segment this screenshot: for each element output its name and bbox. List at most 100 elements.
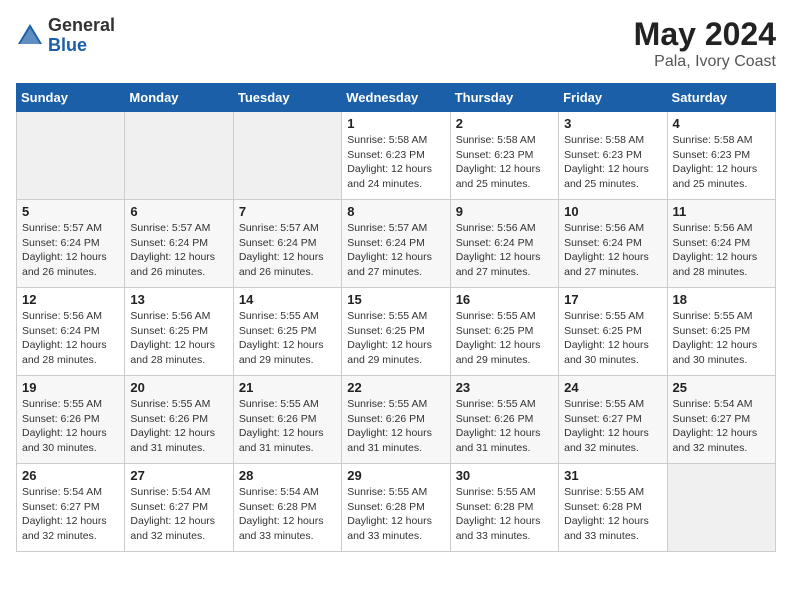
header-cell-monday: Monday — [125, 84, 233, 112]
calendar-title: May 2024 — [634, 16, 776, 53]
day-info: Sunrise: 5:58 AM Sunset: 6:23 PM Dayligh… — [564, 133, 661, 192]
calendar-cell: 7 Sunrise: 5:57 AM Sunset: 6:24 PM Daylig… — [233, 200, 341, 288]
day-number: 27 — [130, 468, 227, 483]
title-block: May 2024 Pala, Ivory Coast — [634, 16, 776, 71]
day-info: Sunrise: 5:55 AM Sunset: 6:26 PM Dayligh… — [239, 397, 336, 456]
calendar-cell: 17Sunrise: 5:55 AM Sunset: 6:25 PM Dayli… — [559, 288, 667, 376]
day-number: 14 — [239, 292, 336, 307]
day-number: 3 — [564, 116, 661, 131]
day-info: Sunrise: 5:55 AM Sunset: 6:25 PM Dayligh… — [239, 309, 336, 368]
day-number: 9 — [456, 204, 553, 219]
calendar-cell: 18Sunrise: 5:55 AM Sunset: 6:25 PM Dayli… — [667, 288, 775, 376]
day-info: Sunrise: 5:55 AM Sunset: 6:28 PM Dayligh… — [456, 485, 553, 544]
day-number: 11 — [673, 204, 770, 219]
day-info: Sunrise: 5:56 AM Sunset: 6:25 PM Dayligh… — [130, 309, 227, 368]
day-number: 24 — [564, 380, 661, 395]
day-info: Sunrise: 5:55 AM Sunset: 6:28 PM Dayligh… — [347, 485, 444, 544]
day-number: 5 — [22, 204, 119, 219]
day-number: 21 — [239, 380, 336, 395]
calendar-cell: 4 Sunrise: 5:58 AM Sunset: 6:23 PM Daylig… — [667, 112, 775, 200]
calendar-table: SundayMondayTuesdayWednesdayThursdayFrid… — [16, 83, 776, 552]
calendar-location: Pala, Ivory Coast — [634, 53, 776, 71]
week-row-2: 5 Sunrise: 5:57 AM Sunset: 6:24 PM Daylig… — [17, 200, 776, 288]
header-cell-saturday: Saturday — [667, 84, 775, 112]
header-row: SundayMondayTuesdayWednesdayThursdayFrid… — [17, 84, 776, 112]
week-row-4: 19 Sunrise: 5:55 AM Sunset: 6:26 PM Dayli… — [17, 376, 776, 464]
calendar-cell: 27 Sunrise: 5:54 AM Sunset: 6:27 PM Dayli… — [125, 464, 233, 552]
calendar-cell: 2 Sunrise: 5:58 AM Sunset: 6:23 PM Daylig… — [450, 112, 558, 200]
logo-general: General — [48, 15, 115, 35]
calendar-cell — [667, 464, 775, 552]
day-info: Sunrise: 5:54 AM Sunset: 6:27 PM Dayligh… — [673, 397, 770, 456]
calendar-cell: 6Sunrise: 5:57 AM Sunset: 6:24 PM Daylig… — [125, 200, 233, 288]
calendar-body: 1 Sunrise: 5:58 AM Sunset: 6:23 PM Daylig… — [17, 112, 776, 552]
day-number: 15 — [347, 292, 444, 307]
calendar-cell: 16 Sunrise: 5:55 AM Sunset: 6:25 PM Dayli… — [450, 288, 558, 376]
calendar-cell: 28Sunrise: 5:54 AM Sunset: 6:28 PM Dayli… — [233, 464, 341, 552]
day-info: Sunrise: 5:55 AM Sunset: 6:25 PM Dayligh… — [673, 309, 770, 368]
day-info: Sunrise: 5:57 AM Sunset: 6:24 PM Dayligh… — [130, 221, 227, 280]
day-info: Sunrise: 5:57 AM Sunset: 6:24 PM Dayligh… — [22, 221, 119, 280]
logo: General Blue — [16, 16, 115, 56]
header-cell-wednesday: Wednesday — [342, 84, 450, 112]
calendar-cell: 31 Sunrise: 5:55 AM Sunset: 6:28 PM Dayli… — [559, 464, 667, 552]
day-number: 28 — [239, 468, 336, 483]
day-info: Sunrise: 5:55 AM Sunset: 6:26 PM Dayligh… — [456, 397, 553, 456]
day-number: 23 — [456, 380, 553, 395]
day-info: Sunrise: 5:54 AM Sunset: 6:27 PM Dayligh… — [130, 485, 227, 544]
day-number: 7 — [239, 204, 336, 219]
day-info: Sunrise: 5:57 AM Sunset: 6:24 PM Dayligh… — [239, 221, 336, 280]
day-info: Sunrise: 5:58 AM Sunset: 6:23 PM Dayligh… — [673, 133, 770, 192]
day-number: 16 — [456, 292, 553, 307]
day-info: Sunrise: 5:55 AM Sunset: 6:27 PM Dayligh… — [564, 397, 661, 456]
day-number: 20 — [130, 380, 227, 395]
day-info: Sunrise: 5:55 AM Sunset: 6:26 PM Dayligh… — [130, 397, 227, 456]
header-cell-friday: Friday — [559, 84, 667, 112]
calendar-cell: 3 Sunrise: 5:58 AM Sunset: 6:23 PM Daylig… — [559, 112, 667, 200]
calendar-cell: 22Sunrise: 5:55 AM Sunset: 6:26 PM Dayli… — [342, 376, 450, 464]
calendar-cell: 21 Sunrise: 5:55 AM Sunset: 6:26 PM Dayli… — [233, 376, 341, 464]
day-info: Sunrise: 5:56 AM Sunset: 6:24 PM Dayligh… — [22, 309, 119, 368]
day-number: 30 — [456, 468, 553, 483]
day-info: Sunrise: 5:57 AM Sunset: 6:24 PM Dayligh… — [347, 221, 444, 280]
calendar-cell: 29 Sunrise: 5:55 AM Sunset: 6:28 PM Dayli… — [342, 464, 450, 552]
day-number: 10 — [564, 204, 661, 219]
calendar-cell: 10 Sunrise: 5:56 AM Sunset: 6:24 PM Dayli… — [559, 200, 667, 288]
day-number: 31 — [564, 468, 661, 483]
day-info: Sunrise: 5:55 AM Sunset: 6:28 PM Dayligh… — [564, 485, 661, 544]
logo-icon — [16, 22, 44, 50]
day-info: Sunrise: 5:55 AM Sunset: 6:25 PM Dayligh… — [456, 309, 553, 368]
calendar-cell: 30 Sunrise: 5:55 AM Sunset: 6:28 PM Dayli… — [450, 464, 558, 552]
day-number: 8 — [347, 204, 444, 219]
calendar-cell: 12 Sunrise: 5:56 AM Sunset: 6:24 PM Dayli… — [17, 288, 125, 376]
day-info: Sunrise: 5:58 AM Sunset: 6:23 PM Dayligh… — [456, 133, 553, 192]
day-info: Sunrise: 5:54 AM Sunset: 6:27 PM Dayligh… — [22, 485, 119, 544]
day-info: Sunrise: 5:58 AM Sunset: 6:23 PM Dayligh… — [347, 133, 444, 192]
day-info: Sunrise: 5:56 AM Sunset: 6:24 PM Dayligh… — [673, 221, 770, 280]
day-info: Sunrise: 5:55 AM Sunset: 6:26 PM Dayligh… — [347, 397, 444, 456]
page-header: General Blue May 2024 Pala, Ivory Coast — [16, 16, 776, 71]
day-info: Sunrise: 5:56 AM Sunset: 6:24 PM Dayligh… — [564, 221, 661, 280]
day-number: 29 — [347, 468, 444, 483]
calendar-header: SundayMondayTuesdayWednesdayThursdayFrid… — [17, 84, 776, 112]
calendar-cell: 13Sunrise: 5:56 AM Sunset: 6:25 PM Dayli… — [125, 288, 233, 376]
week-row-3: 12 Sunrise: 5:56 AM Sunset: 6:24 PM Dayli… — [17, 288, 776, 376]
calendar-cell: 24 Sunrise: 5:55 AM Sunset: 6:27 PM Dayli… — [559, 376, 667, 464]
day-number: 12 — [22, 292, 119, 307]
calendar-cell: 11 Sunrise: 5:56 AM Sunset: 6:24 PM Dayli… — [667, 200, 775, 288]
calendar-cell: 5 Sunrise: 5:57 AM Sunset: 6:24 PM Daylig… — [17, 200, 125, 288]
day-number: 2 — [456, 116, 553, 131]
day-number: 4 — [673, 116, 770, 131]
calendar-cell — [17, 112, 125, 200]
calendar-cell: 9 Sunrise: 5:56 AM Sunset: 6:24 PM Daylig… — [450, 200, 558, 288]
calendar-cell — [233, 112, 341, 200]
day-number: 19 — [22, 380, 119, 395]
day-info: Sunrise: 5:56 AM Sunset: 6:24 PM Dayligh… — [456, 221, 553, 280]
day-info: Sunrise: 5:55 AM Sunset: 6:25 PM Dayligh… — [347, 309, 444, 368]
day-number: 25 — [673, 380, 770, 395]
week-row-5: 26 Sunrise: 5:54 AM Sunset: 6:27 PM Dayli… — [17, 464, 776, 552]
calendar-cell: 25 Sunrise: 5:54 AM Sunset: 6:27 PM Dayli… — [667, 376, 775, 464]
day-number: 26 — [22, 468, 119, 483]
logo-blue: Blue — [48, 35, 87, 55]
day-number: 1 — [347, 116, 444, 131]
